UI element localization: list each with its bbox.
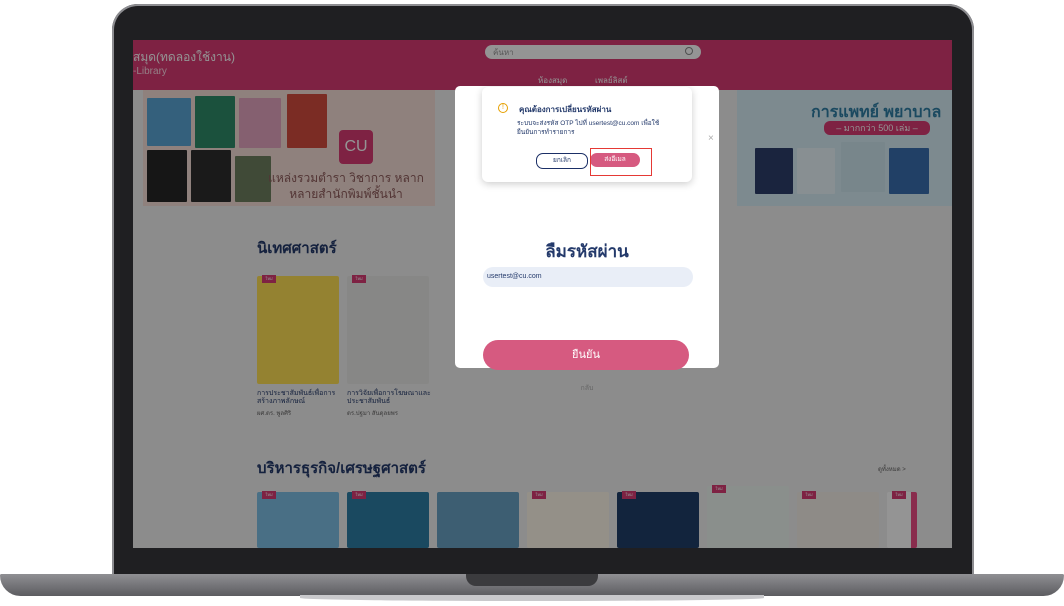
laptop-foot [300,595,764,601]
back-link[interactable]: กลับ [455,383,719,394]
highlight-box [590,148,652,176]
otp-confirm-dialog: ! คุณต้องการเปลี่ยนรหัสผ่าน ระบบจะส่งรหั… [482,87,692,182]
confirm-button[interactable]: ยืนยัน [483,340,689,370]
email-field[interactable]: usertest@cu.com [483,267,693,287]
laptop-notch [466,574,598,586]
alert-title: คุณต้องการเปลี่ยนรหัสผ่าน [519,105,612,114]
alert-message: ระบบจะส่งรหัส OTP ไปที่ usertest@cu.com … [517,120,660,136]
warning-icon: ! [498,103,508,113]
cancel-button[interactable]: ยกเลิก [536,153,588,169]
modal-title: ลืมรหัสผ่าน [545,242,629,261]
browser-screen: สมุด(ทดลองใช้งาน) -Library ค้นหา ห้องสมุ… [133,40,952,548]
close-icon[interactable]: × [708,133,714,144]
